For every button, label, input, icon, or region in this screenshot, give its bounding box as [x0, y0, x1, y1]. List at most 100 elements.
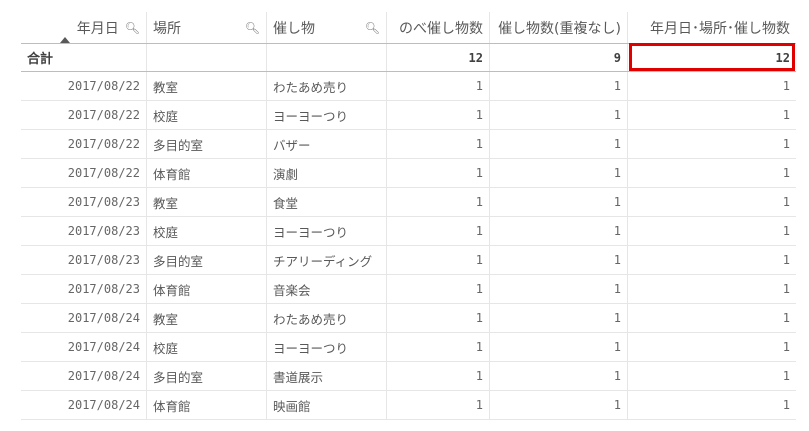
cell-place[interactable]: 多目的室	[147, 362, 267, 390]
cell-date-place-event-count[interactable]: 1	[628, 275, 796, 303]
cell-event[interactable]: 書道展示	[267, 362, 387, 390]
cell-date[interactable]: 2017/08/22	[21, 130, 147, 158]
cell-date[interactable]: 2017/08/22	[21, 72, 147, 100]
cell-distinct-events[interactable]: 1	[490, 217, 628, 245]
cell-event[interactable]: バザー	[267, 130, 387, 158]
search-icon[interactable]: 🔍︎	[245, 21, 260, 35]
total-label: 合計	[21, 44, 147, 71]
header-date-place-event-count[interactable]: 年月日･場所･催し物数	[628, 12, 796, 43]
cell-distinct-events[interactable]: 1	[490, 159, 628, 187]
table-row[interactable]: 2017/08/22 体育館 演劇 1 1 1	[21, 159, 796, 188]
table-row[interactable]: 2017/08/22 校庭 ヨーヨーつり 1 1 1	[21, 101, 796, 130]
cell-date-place-event-count[interactable]: 1	[628, 246, 796, 274]
cell-total-events[interactable]: 1	[387, 275, 490, 303]
cell-distinct-events[interactable]: 1	[490, 391, 628, 419]
cell-date-place-event-count[interactable]: 1	[628, 391, 796, 419]
cell-distinct-events[interactable]: 1	[490, 304, 628, 332]
cell-distinct-events[interactable]: 1	[490, 333, 628, 361]
table-row[interactable]: 2017/08/24 校庭 ヨーヨーつり 1 1 1	[21, 333, 796, 362]
data-table: 年月日 🔍︎ 場所 🔍︎ 催し物 🔍︎ のべ催し物数 催し物数(重複なし) 年月…	[21, 12, 796, 420]
cell-event[interactable]: ヨーヨーつり	[267, 333, 387, 361]
cell-distinct-events[interactable]: 1	[490, 275, 628, 303]
cell-place[interactable]: 校庭	[147, 333, 267, 361]
cell-event[interactable]: わたあめ売り	[267, 72, 387, 100]
table-row[interactable]: 2017/08/23 校庭 ヨーヨーつり 1 1 1	[21, 217, 796, 246]
total-event	[267, 44, 387, 71]
cell-date-place-event-count[interactable]: 1	[628, 188, 796, 216]
cell-date-place-event-count[interactable]: 1	[628, 101, 796, 129]
cell-event[interactable]: 演劇	[267, 159, 387, 187]
total-value: 9	[490, 44, 628, 71]
cell-date[interactable]: 2017/08/23	[21, 217, 147, 245]
cell-total-events[interactable]: 1	[387, 72, 490, 100]
cell-date[interactable]: 2017/08/23	[21, 275, 147, 303]
cell-place[interactable]: 教室	[147, 188, 267, 216]
table-row[interactable]: 2017/08/24 多目的室 書道展示 1 1 1	[21, 362, 796, 391]
cell-date-place-event-count[interactable]: 1	[628, 159, 796, 187]
total-row: 合計 12 9 12	[21, 44, 796, 72]
cell-date-place-event-count[interactable]: 1	[628, 130, 796, 158]
cell-total-events[interactable]: 1	[387, 217, 490, 245]
table-row[interactable]: 2017/08/22 多目的室 バザー 1 1 1	[21, 130, 796, 159]
cell-event[interactable]: 映画館	[267, 391, 387, 419]
table-row[interactable]: 2017/08/24 教室 わたあめ売り 1 1 1	[21, 304, 796, 333]
cell-date-place-event-count[interactable]: 1	[628, 304, 796, 332]
header-total-events[interactable]: のべ催し物数	[387, 12, 490, 43]
table-row[interactable]: 2017/08/24 体育館 映画館 1 1 1	[21, 391, 796, 420]
table-row[interactable]: 2017/08/23 体育館 音楽会 1 1 1	[21, 275, 796, 304]
cell-event[interactable]: チアリーディング	[267, 246, 387, 274]
cell-date[interactable]: 2017/08/24	[21, 391, 147, 419]
cell-total-events[interactable]: 1	[387, 362, 490, 390]
cell-place[interactable]: 教室	[147, 304, 267, 332]
cell-place[interactable]: 体育館	[147, 159, 267, 187]
header-label: 催し物	[273, 20, 315, 37]
cell-total-events[interactable]: 1	[387, 333, 490, 361]
cell-place[interactable]: 多目的室	[147, 246, 267, 274]
cell-place[interactable]: 校庭	[147, 101, 267, 129]
cell-distinct-events[interactable]: 1	[490, 246, 628, 274]
search-icon[interactable]: 🔍︎	[365, 21, 380, 35]
search-icon[interactable]: 🔍︎	[125, 21, 140, 35]
cell-total-events[interactable]: 1	[387, 130, 490, 158]
cell-date[interactable]: 2017/08/23	[21, 246, 147, 274]
total-value: 12	[387, 44, 490, 71]
cell-distinct-events[interactable]: 1	[490, 72, 628, 100]
header-date[interactable]: 年月日 🔍︎	[21, 12, 147, 43]
cell-date[interactable]: 2017/08/22	[21, 101, 147, 129]
cell-place[interactable]: 教室	[147, 72, 267, 100]
cell-total-events[interactable]: 1	[387, 304, 490, 332]
cell-total-events[interactable]: 1	[387, 101, 490, 129]
cell-place[interactable]: 多目的室	[147, 130, 267, 158]
cell-date[interactable]: 2017/08/22	[21, 159, 147, 187]
cell-distinct-events[interactable]: 1	[490, 101, 628, 129]
cell-date-place-event-count[interactable]: 1	[628, 333, 796, 361]
cell-event[interactable]: ヨーヨーつり	[267, 101, 387, 129]
table-row[interactable]: 2017/08/23 多目的室 チアリーディング 1 1 1	[21, 246, 796, 275]
cell-distinct-events[interactable]: 1	[490, 188, 628, 216]
header-place[interactable]: 場所 🔍︎	[147, 12, 267, 43]
cell-date[interactable]: 2017/08/24	[21, 333, 147, 361]
cell-date-place-event-count[interactable]: 1	[628, 362, 796, 390]
cell-date-place-event-count[interactable]: 1	[628, 217, 796, 245]
cell-date[interactable]: 2017/08/23	[21, 188, 147, 216]
cell-place[interactable]: 体育館	[147, 391, 267, 419]
cell-total-events[interactable]: 1	[387, 391, 490, 419]
cell-place[interactable]: 体育館	[147, 275, 267, 303]
table-row[interactable]: 2017/08/23 教室 食堂 1 1 1	[21, 188, 796, 217]
cell-distinct-events[interactable]: 1	[490, 130, 628, 158]
cell-event[interactable]: 音楽会	[267, 275, 387, 303]
cell-date[interactable]: 2017/08/24	[21, 362, 147, 390]
cell-event[interactable]: ヨーヨーつり	[267, 217, 387, 245]
header-distinct-events[interactable]: 催し物数(重複なし)	[490, 12, 628, 43]
cell-event[interactable]: 食堂	[267, 188, 387, 216]
cell-event[interactable]: わたあめ売り	[267, 304, 387, 332]
cell-date-place-event-count[interactable]: 1	[628, 72, 796, 100]
cell-date[interactable]: 2017/08/24	[21, 304, 147, 332]
cell-place[interactable]: 校庭	[147, 217, 267, 245]
cell-total-events[interactable]: 1	[387, 159, 490, 187]
cell-distinct-events[interactable]: 1	[490, 362, 628, 390]
cell-total-events[interactable]: 1	[387, 188, 490, 216]
cell-total-events[interactable]: 1	[387, 246, 490, 274]
table-row[interactable]: 2017/08/22 教室 わたあめ売り 1 1 1	[21, 72, 796, 101]
header-event[interactable]: 催し物 🔍︎	[267, 12, 387, 43]
